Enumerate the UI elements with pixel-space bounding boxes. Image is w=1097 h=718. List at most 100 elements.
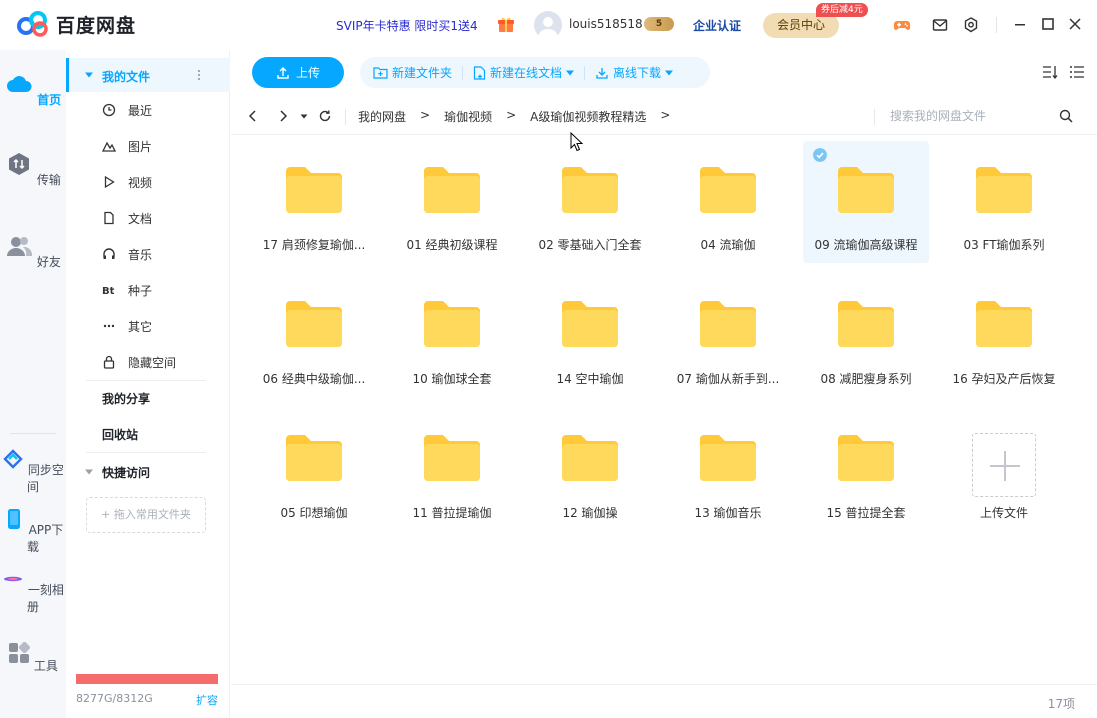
rail-item-app-download[interactable]: APP下载 xyxy=(0,508,66,555)
folder-item[interactable]: 16 孕妇及产后恢复 xyxy=(941,275,1067,397)
bt-icon: Bt xyxy=(102,286,115,297)
baidu-netdisk-logo-icon xyxy=(17,11,48,37)
more-vertical-icon[interactable] xyxy=(197,69,201,81)
gift-icon[interactable] xyxy=(497,15,515,33)
forward-arrow-icon[interactable] xyxy=(276,109,290,123)
folder-item[interactable]: 03 FT瑜伽系列 xyxy=(941,141,1067,263)
minimize-icon[interactable] xyxy=(1012,16,1028,32)
mail-icon[interactable] xyxy=(931,16,949,34)
sidebar-item-my-files[interactable]: 我的文件 xyxy=(66,58,230,92)
breadcrumb-separator: > xyxy=(420,108,431,122)
breadcrumb-item-yoga-videos[interactable]: 瑜伽视频 xyxy=(444,108,492,125)
folder-item[interactable]: 13 瑜伽音乐 xyxy=(665,409,791,531)
folder-item[interactable]: 08 减肥瘦身系列 xyxy=(803,275,929,397)
rail-item-home[interactable]: 首页 xyxy=(0,70,66,108)
avatar[interactable] xyxy=(534,11,562,39)
search-icon[interactable] xyxy=(1059,109,1073,123)
refresh-icon[interactable] xyxy=(318,109,332,123)
folder-name: 05 印想瑜伽 xyxy=(280,506,348,520)
checkmark-icon[interactable] xyxy=(813,148,827,162)
document-icon xyxy=(104,211,114,225)
sidebar-item-torrents[interactable]: Bt 种子 xyxy=(66,272,230,308)
folder-item[interactable]: 17 肩颈修复瑜伽... xyxy=(251,141,377,263)
sidebar-item-videos[interactable]: 视频 xyxy=(66,164,230,200)
settings-gear-icon[interactable] xyxy=(962,16,980,34)
sort-icon[interactable] xyxy=(1042,64,1058,80)
sidebar-item-label: 文档 xyxy=(128,211,153,226)
folder-item[interactable]: 09 流瑜伽高级课程 xyxy=(803,141,929,263)
sidebar-item-my-share[interactable]: 我的分享 xyxy=(66,380,230,416)
enterprise-verify-link[interactable]: 企业认证 xyxy=(693,17,741,34)
upload-label: 上传 xyxy=(295,66,320,80)
folder-item[interactable]: 14 空中瑜伽 xyxy=(527,275,653,397)
folder-item[interactable]: 01 经典初级课程 xyxy=(389,141,515,263)
rail-item-album[interactable]: 一刻相册 xyxy=(0,568,66,615)
upload-button[interactable]: 上传 xyxy=(252,57,344,88)
folder-item[interactable]: 05 印想瑜伽 xyxy=(251,409,377,531)
username[interactable]: louis518518 xyxy=(569,17,643,31)
history-caret-icon[interactable] xyxy=(300,109,308,123)
folder-item[interactable]: 06 经典中级瑜伽... xyxy=(251,275,377,397)
sidebar-item-label: 最近 xyxy=(128,103,153,118)
expand-storage-link[interactable]: 扩容 xyxy=(196,692,218,708)
sidebar-item-recycle-bin[interactable]: 回收站 xyxy=(66,416,230,452)
sidebar-item-recent[interactable]: 最近 xyxy=(66,92,230,128)
breadcrumb-item-current[interactable]: A级瑜伽视频教程精选 xyxy=(530,108,646,125)
folder-name: 13 瑜伽音乐 xyxy=(694,506,762,520)
folder-item[interactable]: 11 普拉提瑜伽 xyxy=(389,409,515,531)
album-icon xyxy=(4,576,23,582)
folder-item[interactable]: 12 瑜伽操 xyxy=(527,409,653,531)
folder-item[interactable]: 04 流瑜伽 xyxy=(665,141,791,263)
back-arrow-icon[interactable] xyxy=(246,109,260,123)
sidebar-item-label: 快捷访问 xyxy=(102,465,151,480)
gamepad-icon[interactable] xyxy=(893,16,911,34)
tools-icon xyxy=(9,641,31,663)
friends-icon xyxy=(7,237,33,256)
svg-text:Bt: Bt xyxy=(102,286,115,297)
sidebar-item-hidden-space[interactable]: 隐藏空间 xyxy=(66,344,230,380)
lock-icon xyxy=(103,355,115,369)
play-icon xyxy=(104,175,115,189)
list-view-icon[interactable] xyxy=(1069,64,1085,80)
new-online-doc-button[interactable]: 新建在线文档 xyxy=(463,57,584,88)
left-rail: 首页 传输 好友 同步空间 APP下载 一刻相册 工具 xyxy=(0,50,66,718)
breadcrumb-item-root[interactable]: 我的网盘 xyxy=(358,108,406,125)
new-folder-button[interactable]: 新建文件夹 xyxy=(360,57,462,88)
offline-download-button[interactable]: 离线下载 xyxy=(585,57,683,88)
svip-promo-link[interactable]: SVIP年卡特惠 限时买1送4 xyxy=(336,17,478,34)
rail-item-friends[interactable]: 好友 xyxy=(0,232,66,270)
search-input[interactable] xyxy=(890,105,1040,127)
folder-icon xyxy=(424,167,480,213)
rail-label: 一刻相册 xyxy=(26,583,64,614)
folder-name: 09 流瑜伽高级课程 xyxy=(814,238,918,252)
rail-item-transfer[interactable]: 传输 xyxy=(0,150,66,188)
folder-item[interactable]: 15 普拉提全套 xyxy=(803,409,929,531)
folder-icon xyxy=(838,167,894,213)
folder-icon xyxy=(562,301,618,347)
upload-file-tile[interactable]: 上传文件 xyxy=(941,409,1067,531)
caret-down-icon xyxy=(85,72,93,78)
sidebar-item-images[interactable]: 图片 xyxy=(66,128,230,164)
folder-item[interactable]: 07 瑜伽从新手到... xyxy=(665,275,791,397)
member-discount-badge: 券后减4元 xyxy=(816,3,868,17)
folder-name: 04 流瑜伽 xyxy=(700,238,756,252)
folder-name: 15 普拉提全套 xyxy=(826,506,906,520)
sidebar-item-other[interactable]: 其它 xyxy=(66,308,230,344)
maximize-icon[interactable] xyxy=(1040,16,1056,32)
sidebar-item-label: 视频 xyxy=(128,175,153,190)
rail-label: 同步空间 xyxy=(26,463,64,494)
drop-folder-area[interactable]: + 拖入常用文件夹 xyxy=(86,497,206,533)
folder-icon xyxy=(700,435,756,481)
rail-item-sync-space[interactable]: 同步空间 xyxy=(0,448,66,495)
sidebar-item-documents[interactable]: 文档 xyxy=(66,200,230,236)
rail-item-tools[interactable]: 工具 xyxy=(0,641,66,674)
sidebar-item-label: 回收站 xyxy=(102,427,139,442)
search-divider xyxy=(874,109,875,125)
folder-item[interactable]: 02 零基础入门全套 xyxy=(527,141,653,263)
sidebar-item-quick-access[interactable]: 快捷访问 xyxy=(66,454,230,490)
storage-usage-text: 8277G/8312G xyxy=(76,692,153,705)
close-icon[interactable] xyxy=(1067,16,1083,32)
sidebar-item-music[interactable]: 音乐 xyxy=(66,236,230,272)
folder-icon xyxy=(976,167,1032,213)
folder-item[interactable]: 10 瑜伽球全套 xyxy=(389,275,515,397)
